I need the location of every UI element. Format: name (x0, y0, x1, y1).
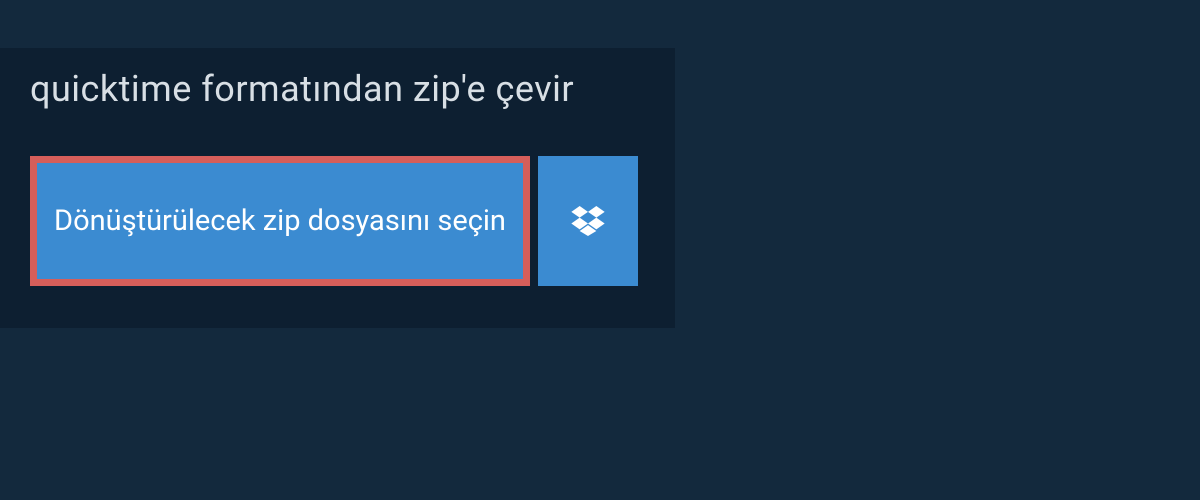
page-title: quicktime formatından zip'e çevir (30, 68, 574, 110)
dropbox-icon (571, 206, 605, 236)
dropbox-button[interactable] (538, 156, 638, 286)
select-file-button[interactable]: Dönüştürülecek zip dosyasını seçin (30, 156, 530, 286)
converter-panel: quicktime formatından zip'e çevir Dönüşt… (0, 48, 675, 328)
select-file-button-label: Dönüştürülecek zip dosyasını seçin (54, 204, 506, 238)
action-button-row: Dönüştürülecek zip dosyasını seçin (30, 156, 638, 286)
